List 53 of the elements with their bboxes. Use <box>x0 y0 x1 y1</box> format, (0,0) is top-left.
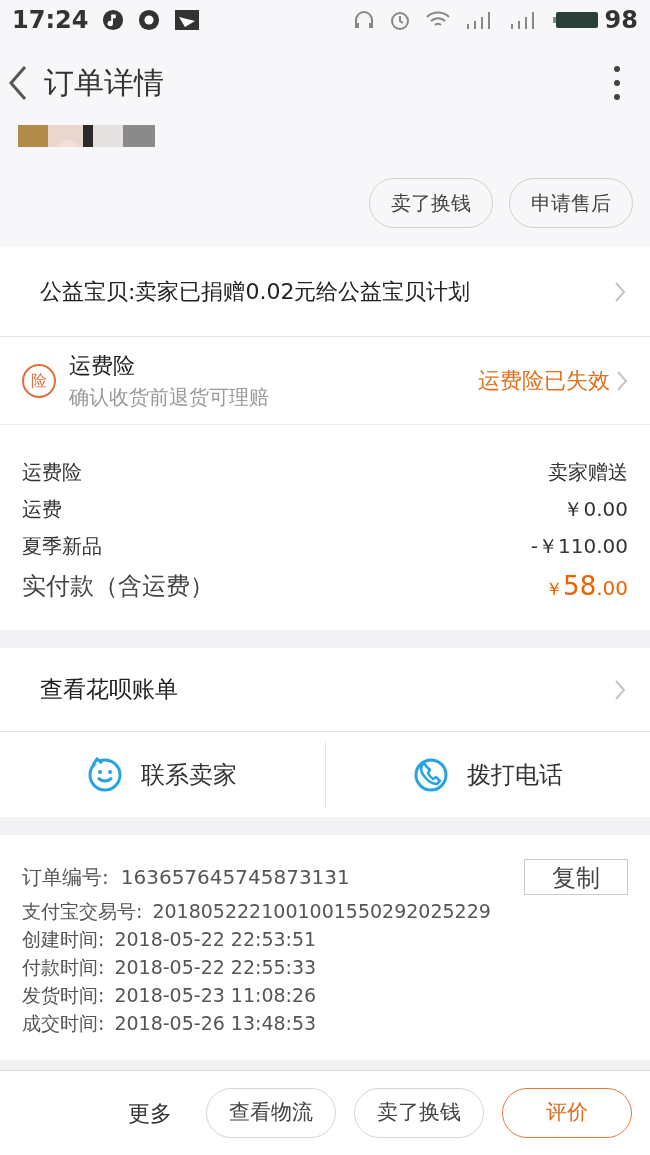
action-button[interactable]: 卖了换钱 <box>369 178 493 228</box>
total-label: 实付款（含运费） <box>22 571 214 602</box>
app-icon <box>138 9 161 31</box>
action-button[interactable]: 申请售后 <box>509 178 633 228</box>
page-title: 订单详情 <box>44 64 164 102</box>
order-no-label: 订单编号: <box>22 864 109 891</box>
total-amount: ￥58.00 <box>545 569 628 603</box>
fee-label: 运费 <box>22 495 62 523</box>
info-label: 创建时间: <box>22 926 105 952</box>
battery-icon <box>552 11 599 29</box>
huabei-row[interactable]: 查看花呗账单 <box>0 648 650 732</box>
info-value: 2018-05-22 22:53:51 <box>114 926 317 952</box>
info-value: 2018-05-26 13:48:53 <box>114 1010 317 1036</box>
fee-label: 夏季新品 <box>22 532 102 560</box>
action-button[interactable]: 查看物流 <box>206 1088 336 1138</box>
insurance-title: 运费险 <box>69 352 136 380</box>
copy-button[interactable]: 复制 <box>524 859 628 895</box>
info-value: 2018052221001001550292025229 <box>152 898 491 924</box>
chat-icon <box>87 756 124 793</box>
fee-value: -￥110.00 <box>530 532 628 560</box>
insurance-subtitle: 确认收货前退货可理赔 <box>69 384 269 411</box>
insurance-row[interactable]: 险 运费险 确认收货前退货可理赔 运费险已失效 <box>0 337 650 425</box>
action-button[interactable]: 卖了换钱 <box>354 1088 484 1138</box>
phone-icon <box>412 756 449 793</box>
fee-label: 运费险 <box>22 458 82 486</box>
huabei-text: 查看花呗账单 <box>40 675 178 705</box>
chevron-icon <box>614 280 626 303</box>
back-icon <box>8 64 28 101</box>
insurance-badge: 险 <box>22 363 56 398</box>
chevron-icon <box>614 678 626 701</box>
info-value: 2018-05-22 22:55:33 <box>114 954 317 980</box>
info-label: 发货时间: <box>22 982 105 1008</box>
music-icon <box>102 9 125 31</box>
battery-level: 98 <box>604 5 638 36</box>
charity-text: 公益宝贝:卖家已捐赠0.02元给公益宝贝计划 <box>40 278 471 306</box>
more-options-button[interactable] <box>612 65 622 100</box>
insurance-status: 运费险已失效 <box>478 367 610 395</box>
alarm-icon <box>388 9 411 31</box>
more-button[interactable]: 更多 <box>128 1096 172 1130</box>
order-no: 163657645745873131 <box>120 864 350 891</box>
info-label: 成交时间: <box>22 1010 105 1036</box>
info-label: 付款时间: <box>22 954 105 980</box>
charity-row[interactable]: 公益宝贝:卖家已捐赠0.02元给公益宝贝计划 <box>0 247 650 337</box>
headset-icon <box>352 9 375 31</box>
info-value: 2018-05-23 11:08:26 <box>114 982 317 1008</box>
chevron-icon <box>616 369 628 392</box>
status-time: 17:24 <box>12 5 89 36</box>
contact-button[interactable]: 联系卖家 <box>0 741 326 808</box>
image-icon <box>174 9 201 31</box>
fee-value: 卖家赠送 <box>548 458 628 486</box>
contact-button[interactable]: 拨打电话 <box>325 741 650 808</box>
fee-value: ￥0.00 <box>563 495 628 523</box>
info-label: 支付宝交易号: <box>22 898 143 924</box>
